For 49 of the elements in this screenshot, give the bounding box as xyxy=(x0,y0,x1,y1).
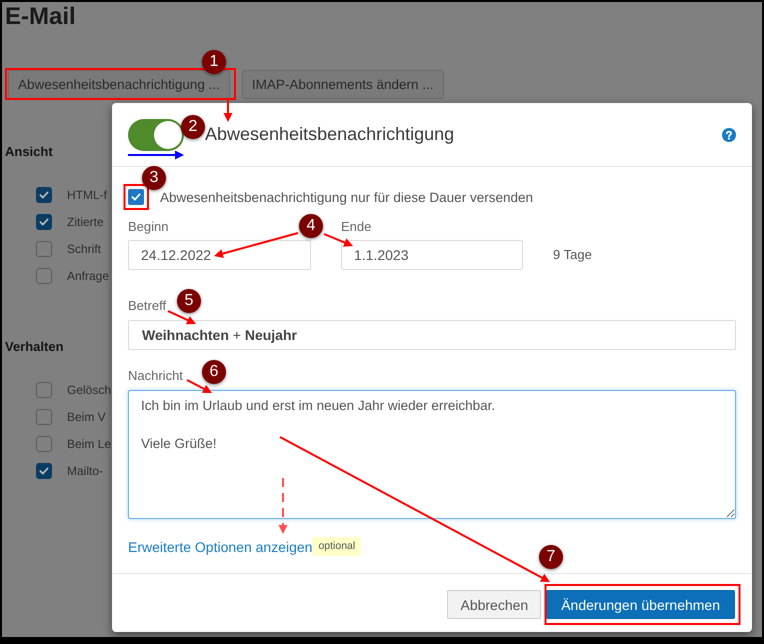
option-label: Anfrage xyxy=(67,268,110,282)
option-label: Beim Le xyxy=(67,436,112,450)
section-heading: Ansicht xyxy=(5,143,53,161)
option-checkbox[interactable] xyxy=(36,382,52,398)
annotation-arrow xyxy=(224,100,232,122)
option-label: HTML-f xyxy=(67,188,107,202)
check-icon xyxy=(131,193,141,201)
section-heading: Verhalten xyxy=(5,338,64,356)
advanced-options-link[interactable]: Erweiterte Optionen anzeigen xyxy=(128,538,312,554)
option-checkbox[interactable] xyxy=(36,268,52,284)
option-label: Gelösch xyxy=(67,382,112,396)
highlight-frame xyxy=(124,184,149,210)
subject-field[interactable]: Weihnachten + Neujahr xyxy=(128,320,736,350)
check-icon xyxy=(39,466,49,474)
option-label: Zitierte xyxy=(67,214,104,228)
option-label: Schrift xyxy=(67,242,102,256)
action-button[interactable]: Abwesenheitsbenachrichtigung ... xyxy=(8,70,230,99)
annotation-arrow xyxy=(128,150,184,160)
help-icon[interactable] xyxy=(722,128,736,142)
field-label: Beginn xyxy=(128,219,168,235)
field-label: Ende xyxy=(341,219,372,235)
duration-text: 9 Tage xyxy=(553,246,592,264)
date-field[interactable]: 1.1.2023 xyxy=(341,240,523,270)
option-label: Beim V xyxy=(67,410,106,424)
field-label: Nachricht xyxy=(128,368,183,384)
check-icon xyxy=(39,218,49,226)
annotation-arrow xyxy=(168,310,196,324)
checkbox[interactable] xyxy=(128,189,144,205)
date-field[interactable]: 24.12.2022 xyxy=(128,240,311,270)
page-title: E-Mail xyxy=(5,2,76,32)
option-checkbox[interactable] xyxy=(36,240,52,256)
option-checkbox[interactable] xyxy=(36,462,52,478)
cancel-button[interactable]: Abbrechen xyxy=(447,590,542,619)
option-checkbox[interactable] xyxy=(36,408,52,424)
option-label: Mailto- xyxy=(67,464,104,478)
toggle-switch[interactable] xyxy=(128,118,184,150)
dialog-title: Abwesenheitsbenachrichtigung xyxy=(205,124,454,145)
message-field[interactable]: Ich bin im Urlaub und erst im neuen Jahr wieder erreichbar. Viele Grüße! xyxy=(128,390,736,519)
apply-button[interactable]: Änderungen übernehmen xyxy=(546,590,735,619)
check-icon xyxy=(39,190,49,198)
option-checkbox[interactable] xyxy=(36,186,52,202)
annotation-arrow xyxy=(324,233,353,247)
checkbox-label: Abwesenheitsbenachrichtigung nur für diese Dauer versenden xyxy=(160,190,533,204)
annotation-arrow xyxy=(186,379,212,393)
option-checkbox[interactable] xyxy=(36,436,52,452)
field-label: Betreff xyxy=(128,298,166,314)
action-button[interactable]: IMAP-Abonnements ändern ... xyxy=(242,70,444,99)
option-checkbox[interactable] xyxy=(36,214,52,230)
optional-badge: optional xyxy=(312,537,362,556)
